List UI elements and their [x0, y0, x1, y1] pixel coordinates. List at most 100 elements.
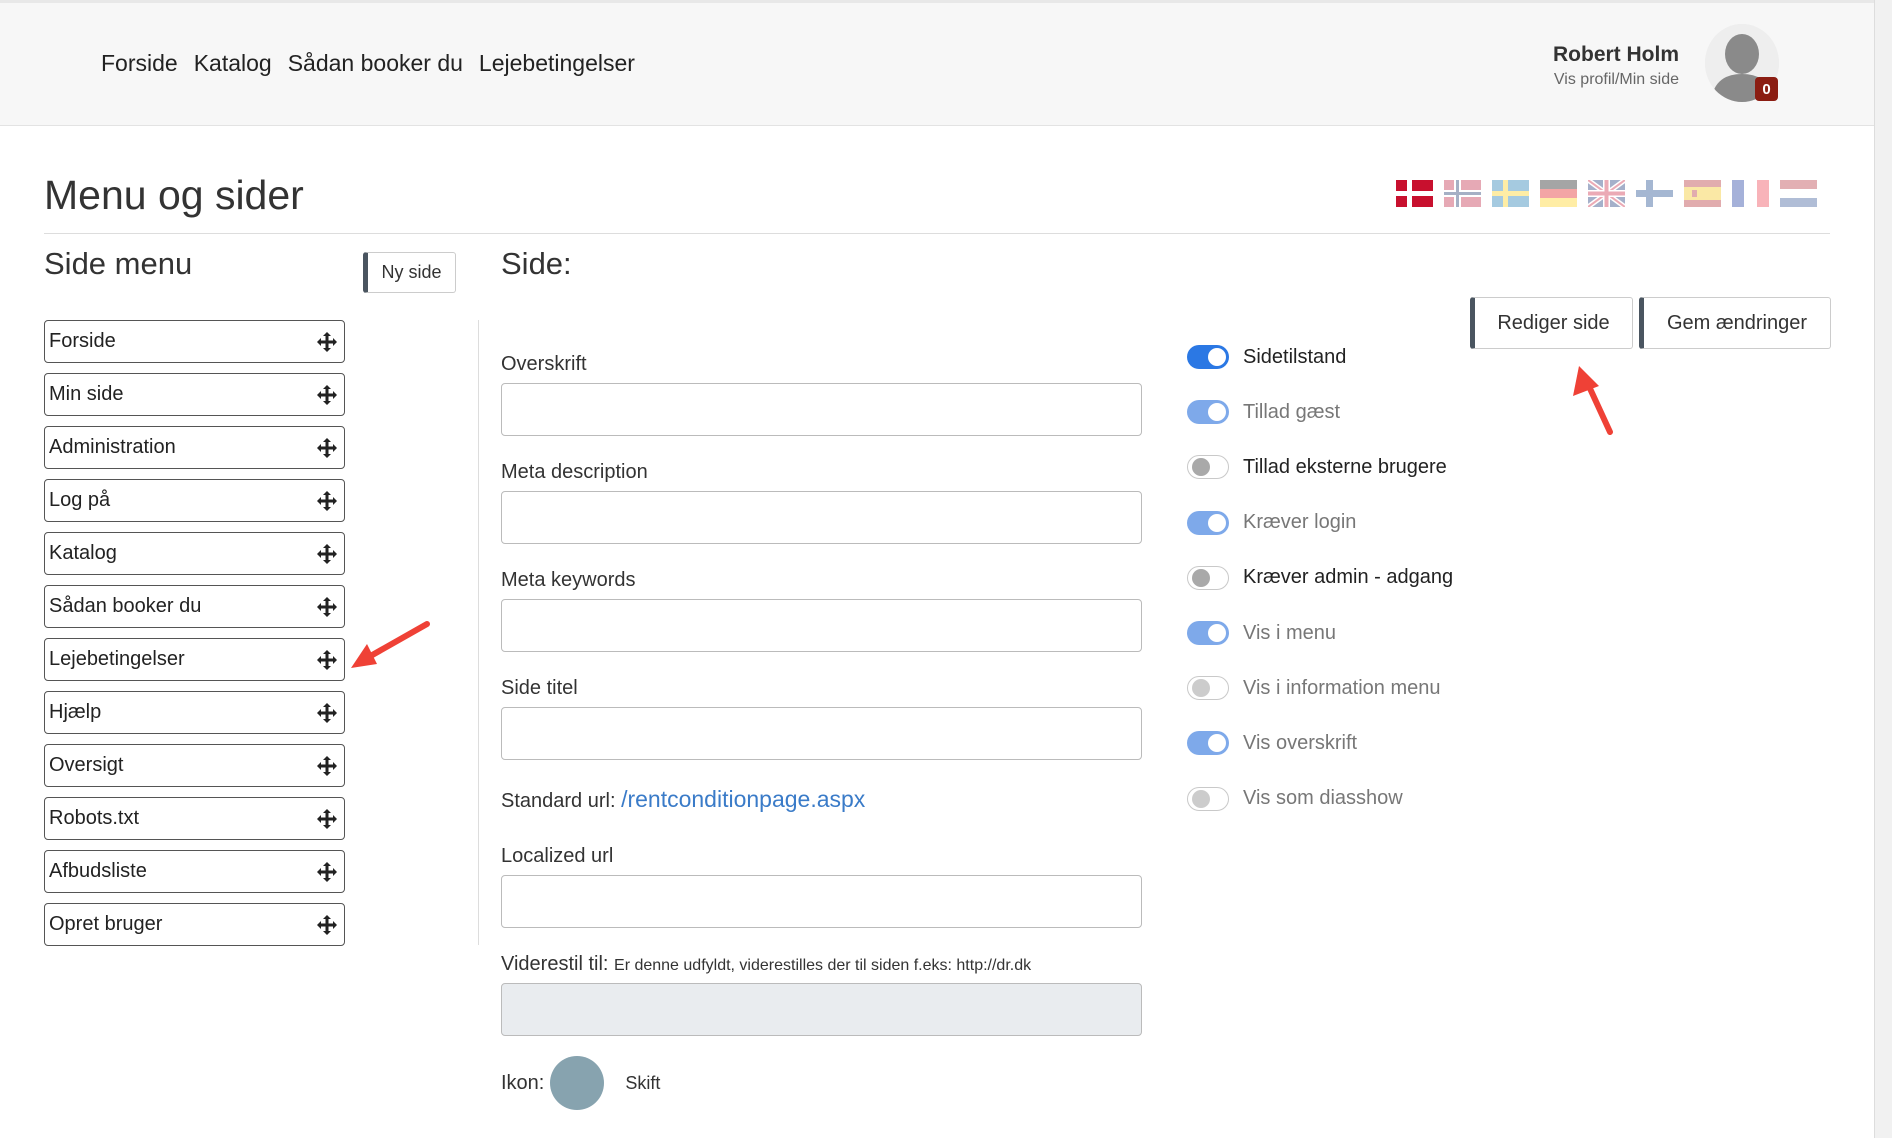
- language-flags: [1396, 180, 1817, 207]
- redirect-field-group: Viderestil til: Er denne udfyldt, videre…: [501, 953, 1142, 1036]
- nav-link-lejebetingelser[interactable]: Lejebetingelser: [479, 50, 635, 77]
- column-divider: [478, 320, 479, 945]
- toggle-label: Tillad eksterne brugere: [1243, 455, 1447, 478]
- side-menu-item-label: Min side: [49, 383, 124, 405]
- side-menu-item-label: Robots.txt: [49, 807, 140, 829]
- side-menu-item[interactable]: Hjælp: [44, 691, 345, 734]
- toggle-label: Kræver login: [1243, 511, 1357, 534]
- move-handle-icon[interactable]: [316, 331, 338, 353]
- meta-keywords-label: Meta keywords: [501, 569, 636, 591]
- side-menu-item[interactable]: Lejebetingelser: [44, 638, 345, 681]
- notification-badge[interactable]: 0: [1755, 77, 1778, 101]
- page-title: Menu og sider: [44, 172, 304, 218]
- overskrift-field-group: Overskrift: [501, 353, 1142, 436]
- side-menu-item[interactable]: Log på: [44, 479, 345, 522]
- move-handle-icon[interactable]: [316, 543, 338, 565]
- flag-sweden-icon[interactable]: [1492, 180, 1529, 207]
- toggle-switch[interactable]: [1187, 455, 1229, 480]
- side-menu-item-label: Hjælp: [49, 701, 102, 723]
- page-scrollbar[interactable]: [1874, 0, 1892, 1138]
- toggle-row: Sidetilstand: [1187, 345, 1346, 369]
- move-handle-icon[interactable]: [316, 384, 338, 406]
- move-handle-icon[interactable]: [316, 861, 338, 883]
- side-menu-item[interactable]: Forside: [44, 320, 345, 363]
- annotation-arrow-left-icon: [351, 621, 430, 668]
- redirect-input: [501, 983, 1142, 1036]
- toggle-switch[interactable]: [1187, 676, 1229, 701]
- move-handle-icon[interactable]: [316, 490, 338, 512]
- meta-description-input[interactable]: [501, 491, 1142, 544]
- toggle-row: Vis i menu: [1187, 621, 1336, 645]
- localized-url-label: Localized url: [501, 845, 614, 867]
- profile-link[interactable]: Vis profil/Min side: [1553, 71, 1679, 89]
- meta-description-label: Meta description: [501, 461, 648, 483]
- nav-link-forside[interactable]: Forside: [101, 50, 178, 77]
- overskrift-input[interactable]: [501, 383, 1142, 436]
- side-menu-item[interactable]: Afbudsliste: [44, 850, 345, 893]
- flag-france-icon[interactable]: [1732, 180, 1769, 207]
- move-handle-icon[interactable]: [316, 437, 338, 459]
- side-menu-item-label: Forside: [49, 330, 116, 352]
- icon-label: Ikon:: [501, 1071, 545, 1094]
- toggle-label: Vis i information menu: [1243, 676, 1441, 699]
- toggle-row: Tillad eksterne brugere: [1187, 455, 1447, 480]
- side-menu-item-label: Lejebetingelser: [49, 648, 185, 670]
- side-menu-list: Forside Min side Administration Log på Katal…: [44, 320, 345, 956]
- side-menu-item[interactable]: Administration: [44, 426, 345, 469]
- move-handle-icon[interactable]: [316, 755, 338, 777]
- localized-url-input[interactable]: [501, 875, 1142, 928]
- side-menu-item[interactable]: Robots.txt: [44, 797, 345, 840]
- toggle-label: Kræver admin - adgang: [1243, 566, 1454, 589]
- move-handle-icon[interactable]: [316, 596, 338, 618]
- localized-url-field-group: Localized url: [501, 845, 1142, 928]
- toggle-switch[interactable]: [1187, 565, 1229, 590]
- user-info: Robert Holm Vis profil/Min side: [1553, 43, 1679, 89]
- toggle-switch[interactable]: [1187, 510, 1229, 535]
- standard-url-link[interactable]: /rentconditionpage.aspx: [621, 786, 865, 812]
- toggle-switch[interactable]: [1187, 731, 1229, 756]
- side-menu-item-label: Opret bruger: [49, 913, 163, 935]
- toggle-switch[interactable]: [1187, 621, 1229, 645]
- toggle-row: Vis i information menu: [1187, 676, 1441, 701]
- standard-url-label: Standard url:: [501, 790, 616, 812]
- side-titel-field-group: Side titel: [501, 677, 1142, 760]
- move-handle-icon[interactable]: [316, 914, 338, 936]
- side-titel-input[interactable]: [501, 707, 1142, 760]
- page-icon-preview[interactable]: [550, 1056, 605, 1110]
- side-menu-item-label: Afbudsliste: [49, 860, 147, 882]
- toggle-switch[interactable]: [1187, 786, 1229, 811]
- edit-page-button[interactable]: Rediger side: [1470, 297, 1633, 349]
- move-handle-icon[interactable]: [316, 702, 338, 724]
- side-menu-item[interactable]: Katalog: [44, 532, 345, 575]
- side-titel-label: Side titel: [501, 677, 578, 699]
- new-page-button[interactable]: Ny side: [363, 252, 456, 293]
- toggle-knob: [1192, 568, 1210, 587]
- side-menu-item-label: Administration: [49, 436, 176, 458]
- move-handle-icon[interactable]: [316, 808, 338, 830]
- toggle-knob: [1208, 513, 1226, 532]
- side-menu-item[interactable]: Oversigt: [44, 744, 345, 787]
- flag-uk-icon[interactable]: [1588, 180, 1625, 207]
- side-title: Side:: [501, 246, 572, 281]
- toggle-switch[interactable]: [1187, 400, 1229, 425]
- save-changes-button[interactable]: Gem ændringer: [1639, 297, 1831, 349]
- toggle-row: Kræver admin - adgang: [1187, 565, 1454, 590]
- toggle-switch[interactable]: [1187, 345, 1229, 369]
- flag-spain-icon[interactable]: [1684, 180, 1721, 207]
- toggle-knob: [1208, 403, 1226, 422]
- meta-keywords-input[interactable]: [501, 599, 1142, 652]
- flag-finland-icon[interactable]: [1636, 180, 1673, 207]
- top-navbar: Forside Katalog Sådan booker du Lejebeti…: [0, 0, 1874, 126]
- side-menu-item[interactable]: Sådan booker du: [44, 585, 345, 628]
- nav-link-saadan-booker-du[interactable]: Sådan booker du: [288, 50, 463, 77]
- flag-denmark-icon[interactable]: [1396, 180, 1433, 207]
- side-menu-item[interactable]: Opret bruger: [44, 903, 345, 946]
- side-menu-item[interactable]: Min side: [44, 373, 345, 416]
- flag-germany-icon[interactable]: [1540, 180, 1577, 207]
- flag-norway-icon[interactable]: [1444, 180, 1481, 207]
- change-icon-link[interactable]: Skift: [625, 1073, 660, 1094]
- flag-netherlands-icon[interactable]: [1780, 180, 1817, 207]
- nav-link-katalog[interactable]: Katalog: [194, 50, 272, 77]
- move-handle-icon[interactable]: [316, 649, 338, 671]
- main-nav: Forside Katalog Sådan booker du Lejebeti…: [101, 50, 635, 77]
